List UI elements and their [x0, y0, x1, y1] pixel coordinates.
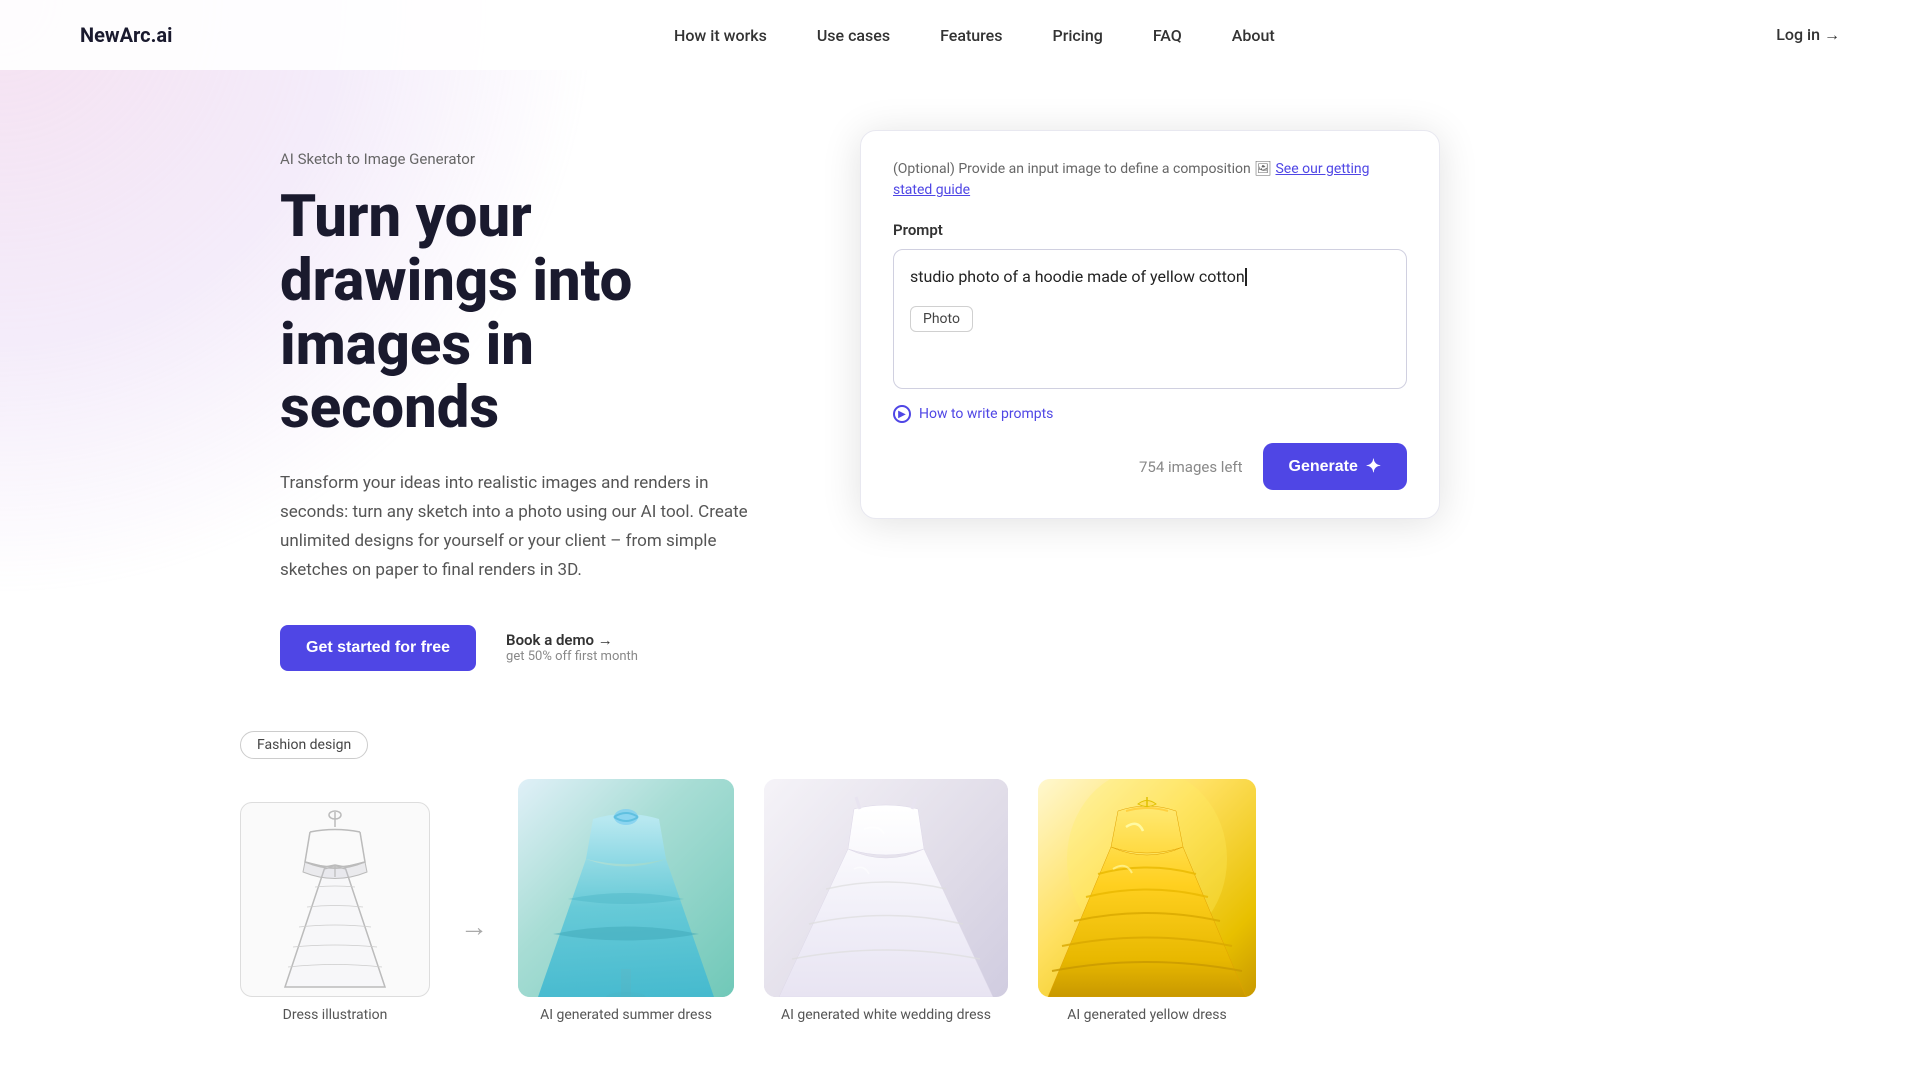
gallery-card-yellow: AI generated yellow dress: [1038, 779, 1256, 1023]
gallery-grid: Dress illustration →: [240, 779, 1840, 1023]
sparkle-icon: ✦: [1366, 456, 1381, 477]
optional-text: (Optional) Provide an input image to def…: [893, 159, 1407, 201]
hero-cta: Get started for free Book a demo → get 5…: [280, 625, 760, 671]
wedding-dress-image: [764, 779, 1008, 997]
sketch-image: [240, 802, 430, 997]
hero-description: Transform your ideas into realistic imag…: [280, 469, 760, 585]
hero-title: Turn your drawings into images in second…: [280, 186, 760, 441]
prompt-label: Prompt: [893, 221, 1407, 239]
yellow-label: AI generated yellow dress: [1067, 1007, 1226, 1023]
gallery-card-summer: AI generated summer dress: [518, 779, 734, 1023]
prompt-box[interactable]: studio photo of a hoodie made of yellow …: [893, 249, 1407, 389]
widget-footer: 754 images left Generate ✦: [893, 443, 1407, 490]
sketch-label: Dress illustration: [283, 1007, 388, 1023]
get-started-button[interactable]: Get started for free: [280, 625, 476, 671]
nav-use-cases[interactable]: Use cases: [817, 26, 890, 45]
nav-faq[interactable]: FAQ: [1153, 26, 1182, 45]
wedding-label: AI generated white wedding dress: [781, 1007, 991, 1023]
hero-section: AI Sketch to Image Generator Turn your d…: [0, 70, 1920, 711]
summer-label: AI generated summer dress: [540, 1007, 712, 1023]
generator-widget: (Optional) Provide an input image to def…: [860, 130, 1440, 519]
fashion-badge: Fashion design: [240, 731, 368, 759]
gallery-card-sketch: Dress illustration: [240, 802, 430, 1023]
navbar: NewArc.ai How it works Use cases Feature…: [0, 0, 1920, 70]
nav-features[interactable]: Features: [940, 26, 1002, 45]
login-link[interactable]: Log in →: [1776, 25, 1840, 45]
nav-pricing[interactable]: Pricing: [1052, 26, 1102, 45]
book-demo-link[interactable]: Book a demo →: [506, 631, 638, 649]
prompt-text: studio photo of a hoodie made of yellow …: [910, 264, 1390, 290]
summer-dress-image: [518, 779, 734, 997]
play-circle-icon: ▶: [893, 405, 911, 423]
gallery-card-wedding: AI generated white wedding dress: [764, 779, 1008, 1023]
photo-tag[interactable]: Photo: [910, 306, 973, 332]
nav-links: How it works Use cases Features Pricing …: [674, 26, 1275, 45]
book-demo-sub: get 50% off first month: [506, 649, 638, 664]
how-to-write-prompts-link[interactable]: ▶ How to write prompts: [893, 405, 1407, 423]
yellow-dress-image: [1038, 779, 1256, 997]
arrow-icon: →: [460, 910, 488, 943]
book-demo: Book a demo → get 50% off first month: [506, 631, 638, 664]
hero-widget: (Optional) Provide an input image to def…: [860, 130, 1440, 519]
images-left-count: 754 images left: [1139, 458, 1243, 476]
hero-subtitle: AI Sketch to Image Generator: [280, 150, 760, 168]
brand-logo[interactable]: NewArc.ai: [80, 23, 172, 47]
gallery-section: Fashion design: [0, 711, 1920, 1083]
hero-content: AI Sketch to Image Generator Turn your d…: [280, 130, 760, 671]
generate-button[interactable]: Generate ✦: [1263, 443, 1407, 490]
nav-about[interactable]: About: [1232, 26, 1275, 45]
nav-how-it-works[interactable]: How it works: [674, 26, 767, 45]
